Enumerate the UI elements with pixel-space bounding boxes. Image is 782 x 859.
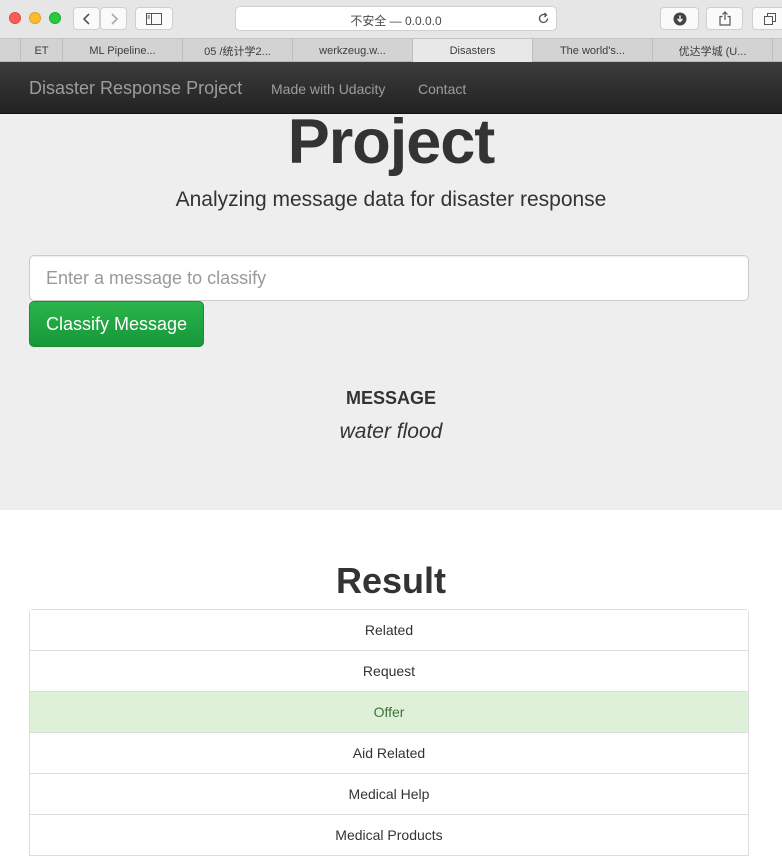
message-text: water flood [339, 420, 443, 443]
download-icon [673, 12, 686, 25]
result-category-item: Offer [30, 692, 748, 733]
result-category-item: Aid Related [30, 733, 748, 774]
share-button[interactable] [706, 7, 743, 30]
jumbotron: Project Analyzing message data for disas… [0, 107, 782, 510]
tabs-icon [764, 12, 776, 25]
close-window-button[interactable] [9, 12, 21, 24]
page-title: Project [287, 107, 496, 177]
browser-tab[interactable]: 优达学城 (U... [652, 39, 772, 62]
browser-tab-label: The world's... [559, 44, 626, 57]
result-category-item: Medical Products [30, 815, 748, 856]
nav-link-udacity[interactable]: Made with Udacity [271, 81, 385, 97]
browser-tab-label: ET [34, 44, 49, 57]
classify-message-button[interactable]: Classify Message [29, 301, 204, 347]
browser-tab[interactable]: 05 /统计学2... [182, 39, 292, 62]
browser-tab-label: ML Pipeline... [89, 44, 156, 57]
message-input[interactable] [29, 255, 749, 301]
result-list: Related Request Offer Aid Related Medical He… [29, 609, 749, 856]
page-subtitle: Analyzing message data for disaster resp… [175, 188, 607, 211]
browser-toolbar: 不安全 — 0.0.0.0 [0, 0, 782, 38]
tab-stub[interactable] [0, 39, 20, 62]
share-icon [718, 11, 731, 26]
address-bar[interactable]: 不安全 — 0.0.0.0 [235, 6, 557, 31]
address-bar-text: 不安全 — 0.0.0.0 [350, 14, 442, 28]
nav-link-contact[interactable]: Contact [418, 81, 466, 97]
tab-overflow[interactable] [772, 39, 782, 62]
result-category-item: Medical Help [30, 774, 748, 815]
result-title: Result [335, 560, 447, 601]
browser-tab-label: werkzeug.w... [319, 44, 386, 57]
browser-tab-label: 05 /统计学2... [204, 45, 271, 58]
browser-tab-label: Disasters [449, 44, 496, 57]
browser-tab[interactable]: werkzeug.w... [292, 39, 412, 62]
browser-tab[interactable]: ML Pipeline... [62, 39, 182, 62]
chevron-right-icon [110, 12, 118, 25]
browser-tab[interactable]: ET [20, 39, 62, 62]
browser-tab-label: 优达学城 (U... [678, 45, 747, 58]
downloads-button[interactable] [660, 7, 699, 30]
minimize-window-button[interactable] [29, 12, 41, 24]
browser-tab-strip: ET ML Pipeline... 05 /统计学2... werkzeug.w… [0, 38, 782, 62]
message-heading: MESSAGE [345, 388, 437, 408]
forward-button[interactable] [100, 7, 127, 30]
tabs-overview-button[interactable] [752, 7, 782, 30]
result-category-item: Related [30, 610, 748, 651]
back-button[interactable] [73, 7, 100, 30]
sidebar-toggle-button[interactable] [135, 7, 173, 30]
browser-tab-active[interactable]: Disasters [412, 39, 532, 62]
reload-icon[interactable] [537, 12, 550, 25]
navbar-brand[interactable]: Disaster Response Project [29, 78, 242, 99]
chevron-left-icon [82, 12, 90, 25]
browser-tab[interactable]: The world's... [532, 39, 652, 62]
zoom-window-button[interactable] [49, 12, 61, 24]
result-category-item: Request [30, 651, 748, 692]
sidebar-icon [146, 12, 162, 25]
